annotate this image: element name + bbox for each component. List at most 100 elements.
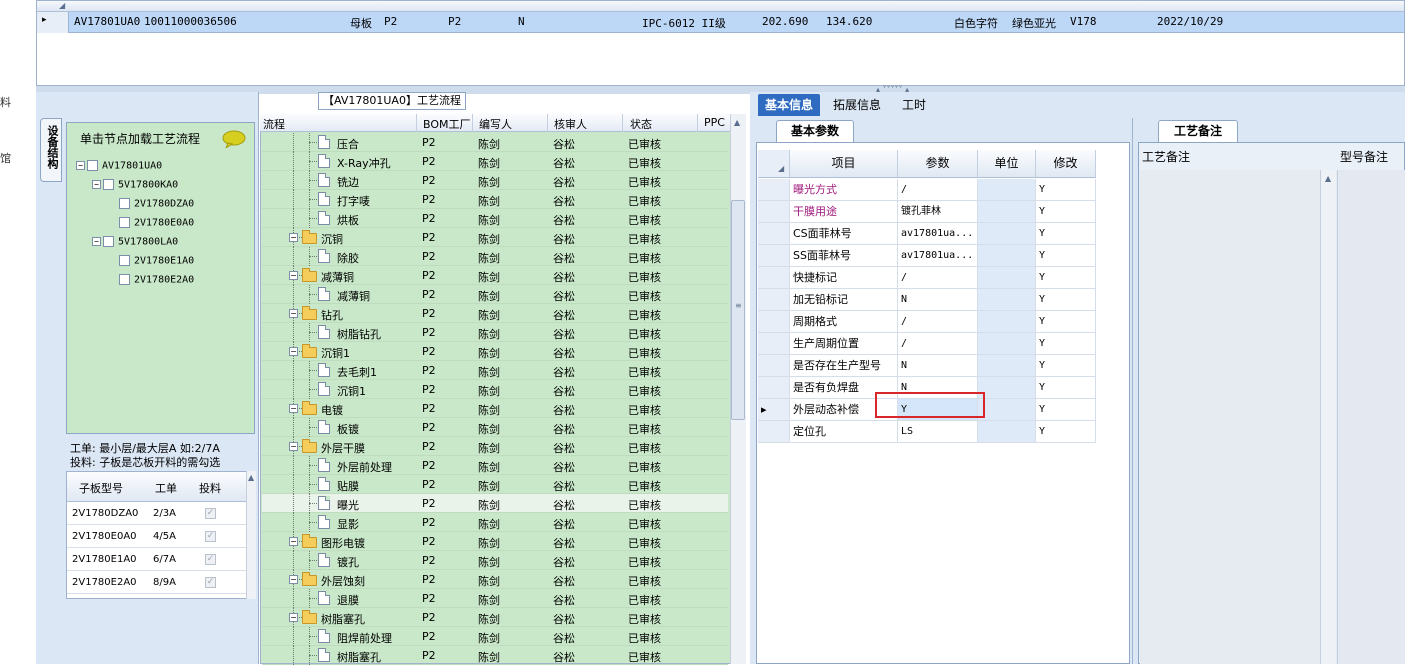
flow-row[interactable]: − 钻孔 P2 陈剑 谷松 已审核 <box>262 304 728 323</box>
param-row[interactable]: 加无铅标记 N Y <box>758 289 1130 311</box>
flow-row[interactable]: 贴膜 P2 陈剑 谷松 已审核 <box>262 475 728 494</box>
expand-toggle-icon[interactable]: − <box>76 161 85 170</box>
flow-row[interactable]: − 图形电镀 P2 陈剑 谷松 已审核 <box>262 532 728 551</box>
param-unit-cell[interactable] <box>978 399 1036 421</box>
collapse-toggle-icon[interactable]: − <box>289 347 298 356</box>
param-unit-cell[interactable] <box>978 377 1036 399</box>
tab-detail-1[interactable]: 拓展信息 <box>826 94 888 116</box>
param-edit-cell[interactable]: Y <box>1036 355 1096 377</box>
model-remarks-column[interactable] <box>1337 170 1405 664</box>
param-row[interactable]: 快捷标记 / Y <box>758 267 1130 289</box>
flow-row[interactable]: 打字唛 P2 陈剑 谷松 已审核 <box>262 190 728 209</box>
collapse-toggle-icon[interactable]: − <box>289 537 298 546</box>
param-unit-cell[interactable] <box>978 333 1036 355</box>
tree-node[interactable]: − AV17801UA0 <box>76 160 162 172</box>
param-value-cell[interactable]: / <box>898 333 978 355</box>
remarks-header-model[interactable]: 型号备注 <box>1340 146 1388 168</box>
param-row[interactable]: 生产周期位置 / Y <box>758 333 1130 355</box>
param-edit-cell[interactable]: Y <box>1036 399 1096 421</box>
param-unit-cell[interactable] <box>978 355 1036 377</box>
flow-row[interactable]: − 电镀 P2 陈剑 谷松 已审核 <box>262 399 728 418</box>
param-edit-cell[interactable]: Y <box>1036 179 1096 201</box>
param-unit-cell[interactable] <box>978 289 1036 311</box>
param-unit-cell[interactable] <box>978 223 1036 245</box>
flow-header-bom[interactable]: BOM工厂 <box>423 116 471 132</box>
param-value-cell[interactable]: / <box>898 267 978 289</box>
param-unit-cell[interactable] <box>978 267 1036 289</box>
flow-row[interactable]: 显影 P2 陈剑 谷松 已审核 <box>262 513 728 532</box>
sub-grid-scrollbar[interactable]: ▲ <box>246 471 256 599</box>
param-edit-cell[interactable]: Y <box>1036 421 1096 443</box>
param-row[interactable]: 是否存在生产型号 N Y <box>758 355 1130 377</box>
sub-grid-row[interactable]: 2V1780E0A0 4/5A ✓ <box>67 526 255 548</box>
param-unit-cell[interactable] <box>978 421 1036 443</box>
param-edit-cell[interactable]: Y <box>1036 377 1096 399</box>
param-value-cell[interactable]: av17801ua... <box>898 223 978 245</box>
param-value-cell[interactable]: / <box>898 179 978 201</box>
tab-process-remarks[interactable]: 工艺备注 <box>1158 120 1238 142</box>
collapse-toggle-icon[interactable]: − <box>289 271 298 280</box>
param-value-cell[interactable]: / <box>898 311 978 333</box>
sub-grid-row[interactable]: 2V1780E1A0 6/7A ✓ <box>67 549 255 571</box>
param-row[interactable]: SS面菲林号 av17801ua... Y <box>758 245 1130 267</box>
flow-row[interactable]: 除胶 P2 陈剑 谷松 已审核 <box>262 247 728 266</box>
flow-row[interactable]: − 减薄铜 P2 陈剑 谷松 已审核 <box>262 266 728 285</box>
flow-row[interactable]: 退膜 P2 陈剑 谷松 已审核 <box>262 589 728 608</box>
param-row[interactable]: 干膜用途 镀孔菲林 Y <box>758 201 1130 223</box>
flow-row[interactable]: 树脂塞孔 P2 陈剑 谷松 已审核 <box>262 646 728 665</box>
tree-node[interactable]: 2V1780E0A0 <box>108 217 194 229</box>
collapse-toggle-icon[interactable]: − <box>289 442 298 451</box>
sub-grid-header-order[interactable]: 工单 <box>155 480 177 496</box>
sub-grid-header-model[interactable]: 子板型号 <box>79 480 123 496</box>
tree-node[interactable]: 2V1780E1A0 <box>108 255 194 267</box>
param-value-cell[interactable]: LS <box>898 421 978 443</box>
remarks-header-process[interactable]: 工艺备注 <box>1142 146 1190 168</box>
flow-header-status[interactable]: 状态 <box>630 116 652 132</box>
params-header-value[interactable]: 参数 <box>898 150 978 178</box>
param-value-cell[interactable]: N <box>898 355 978 377</box>
tab-detail-2[interactable]: 工时 <box>896 94 932 116</box>
param-row[interactable]: CS面菲林号 av17801ua... Y <box>758 223 1130 245</box>
flow-row[interactable]: − 沉铜1 P2 陈剑 谷松 已审核 <box>262 342 728 361</box>
param-unit-cell[interactable] <box>978 245 1036 267</box>
param-unit-cell[interactable] <box>978 179 1036 201</box>
feed-checkbox[interactable]: ✓ <box>205 554 216 565</box>
flow-row[interactable]: 沉铜1 P2 陈剑 谷松 已审核 <box>262 380 728 399</box>
flow-header-process[interactable]: 流程 <box>263 116 285 132</box>
param-edit-cell[interactable]: Y <box>1036 333 1096 355</box>
flow-header-ppc[interactable]: PPC <box>704 116 725 129</box>
param-value-cell[interactable]: av17801ua... <box>898 245 978 267</box>
collapse-toggle-icon[interactable]: − <box>289 404 298 413</box>
flow-row[interactable]: X-Ray冲孔 P2 陈剑 谷松 已审核 <box>262 152 728 171</box>
collapse-toggle-icon[interactable]: − <box>289 233 298 242</box>
flow-row[interactable]: 铣边 P2 陈剑 谷松 已审核 <box>262 171 728 190</box>
tab-basic-params[interactable]: 基本参数 <box>776 120 854 142</box>
flow-row[interactable]: 去毛刺1 P2 陈剑 谷松 已审核 <box>262 361 728 380</box>
collapse-toggle-icon[interactable]: − <box>289 575 298 584</box>
params-header-unit[interactable]: 单位 <box>978 150 1036 178</box>
param-unit-cell[interactable] <box>978 201 1036 223</box>
params-header-edit[interactable]: 修改 <box>1036 150 1096 178</box>
flow-row[interactable]: 减薄铜 P2 陈剑 谷松 已审核 <box>262 285 728 304</box>
tab-device-structure[interactable]: 设备结构 <box>40 118 62 182</box>
flow-header-reviewer[interactable]: 核审人 <box>554 116 587 132</box>
tree-node[interactable]: 2V1780E2A0 <box>108 274 194 286</box>
param-edit-cell[interactable]: Y <box>1036 311 1096 333</box>
param-unit-cell[interactable] <box>978 311 1036 333</box>
flow-row[interactable]: − 外层蚀刻 P2 陈剑 谷松 已审核 <box>262 570 728 589</box>
tab-detail-0[interactable]: 基本信息 <box>758 94 820 116</box>
flow-row[interactable]: 曝光 P2 陈剑 谷松 已审核 <box>262 494 728 513</box>
feed-checkbox[interactable]: ✓ <box>205 531 216 542</box>
feed-checkbox[interactable]: ✓ <box>205 577 216 588</box>
sub-grid-row[interactable]: 2V1780E2A0 8/9A ✓ <box>67 572 255 594</box>
collapse-toggle-icon[interactable]: − <box>289 309 298 318</box>
flow-row[interactable]: − 沉铜 P2 陈剑 谷松 已审核 <box>262 228 728 247</box>
param-value-cell[interactable]: 镀孔菲林 <box>898 201 978 223</box>
scroll-up-icon[interactable]: ▲ <box>734 118 740 127</box>
param-row[interactable]: 定位孔 LS Y <box>758 421 1130 443</box>
flow-row[interactable]: 压合 P2 陈剑 谷松 已审核 <box>262 133 728 152</box>
param-value-cell[interactable]: N <box>898 289 978 311</box>
flow-row[interactable]: 树脂钻孔 P2 陈剑 谷松 已审核 <box>262 323 728 342</box>
param-edit-cell[interactable]: Y <box>1036 245 1096 267</box>
flow-header-writer[interactable]: 编写人 <box>479 116 512 132</box>
